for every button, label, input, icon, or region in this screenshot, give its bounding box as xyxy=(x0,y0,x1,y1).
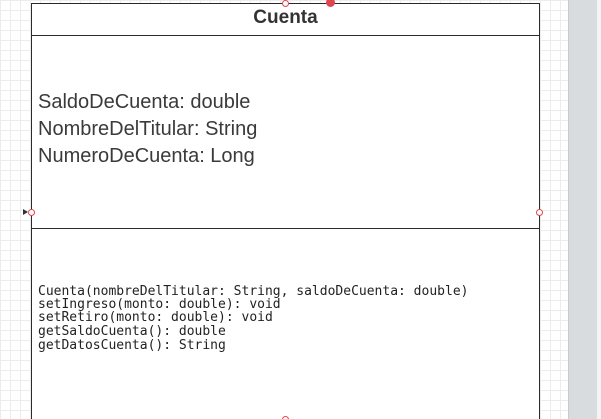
method-get-saldo: getSaldoCuenta(): double xyxy=(38,324,226,339)
connector-arrow-icon xyxy=(23,209,28,215)
class-attributes-compartment[interactable]: SaldoDeCuenta: double NombreDelTitular: … xyxy=(32,36,539,229)
scrollbar-track[interactable] xyxy=(597,0,601,419)
method-set-retiro: setRetiro(monto: double): void xyxy=(38,310,273,325)
connection-handle-left[interactable] xyxy=(28,209,35,216)
class-name[interactable]: Cuenta xyxy=(32,4,539,36)
attribute-nombre: NombreDelTitular: String xyxy=(38,118,258,140)
connection-handle-top[interactable] xyxy=(282,0,289,7)
connection-handle-right[interactable] xyxy=(536,209,543,216)
attribute-saldo: SaldoDeCuenta: double xyxy=(38,91,251,113)
diagram-canvas[interactable]: Cuenta SaldoDeCuenta: double NombreDelTi… xyxy=(0,0,568,419)
attribute-numero: NumeroDeCuenta: Long xyxy=(38,145,255,167)
method-get-datos: getDatosCuenta(): String xyxy=(38,338,226,353)
class-methods-compartment[interactable]: Cuenta(nombreDelTitular: String, saldoDe… xyxy=(32,229,539,419)
uml-class-cuenta[interactable]: Cuenta SaldoDeCuenta: double NombreDelTi… xyxy=(31,3,540,419)
